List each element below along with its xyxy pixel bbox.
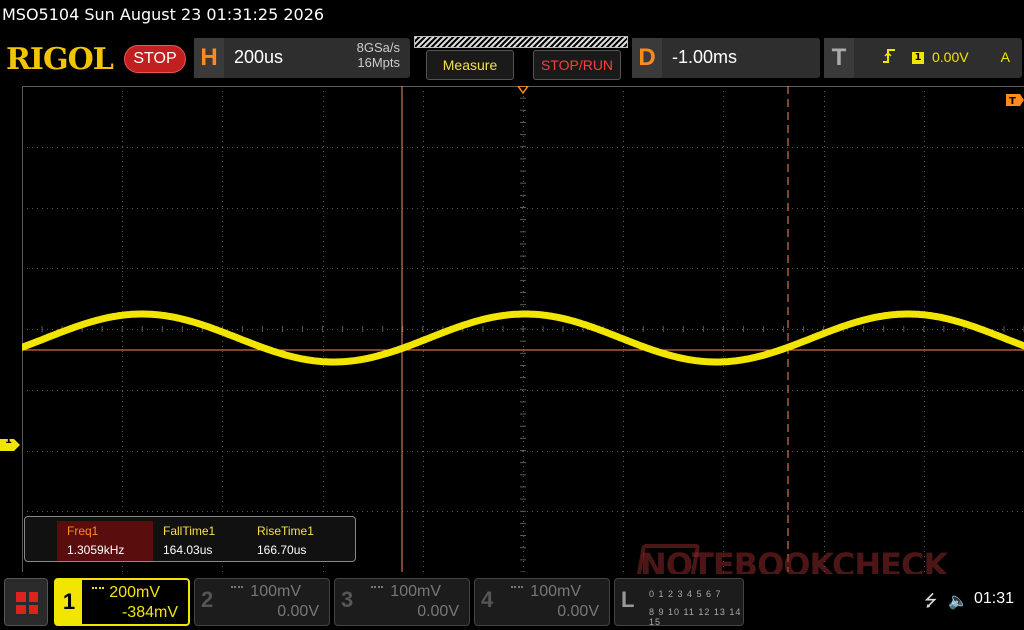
trigger-mode: A: [1000, 49, 1010, 65]
system-clock: 01:31: [974, 590, 1015, 607]
trigger-label: T: [824, 38, 854, 78]
dc-coupling-icon: [511, 586, 523, 594]
bottom-bar: 1 200mV -384mV 2 100mV 0.00V 3 100mV 0.0…: [0, 574, 1024, 630]
dc-coupling-icon: [231, 586, 243, 594]
horizontal-panel[interactable]: H 200us 8GSa/s 16Mpts: [194, 38, 410, 78]
channel-3-panel[interactable]: 3 100mV 0.00V: [334, 578, 470, 626]
acquisition-info: 8GSa/s 16Mpts: [357, 40, 400, 70]
memory-position-bar[interactable]: [414, 36, 628, 48]
channel-number: 1: [56, 580, 82, 624]
measurement-label: RiseTime1: [257, 524, 314, 538]
channel-2-panel[interactable]: 2 100mV 0.00V: [194, 578, 330, 626]
usb-icon: ⭍: [924, 591, 938, 610]
measurement-results-panel[interactable]: Freq1 1.3059kHz FallTime1 164.03us RiseT…: [24, 516, 356, 562]
device-datetime: MSO5104 Sun August 23 01:31:25 2026: [2, 5, 325, 24]
waveform-display[interactable]: T: [22, 86, 1024, 572]
channel-offset: 0.00V: [557, 603, 599, 620]
sample-rate: 8GSa/s: [356, 40, 400, 55]
trigger-level: 0.00V: [932, 49, 969, 65]
dc-coupling-icon: [92, 587, 104, 595]
channel-offset: 0.00V: [277, 603, 319, 620]
logic-analyzer-panel[interactable]: L 0 1 2 3 4 5 6 7 8 9 10 11 12 13 14 15: [614, 578, 744, 627]
timebase-value: 200us: [234, 47, 284, 67]
channel-number: 4: [481, 587, 494, 612]
measure-button[interactable]: Measure: [426, 50, 514, 80]
run-state-badge[interactable]: STOP: [124, 45, 186, 73]
trigger-panel[interactable]: T 1 0.00V A: [824, 38, 1022, 78]
dc-coupling-icon: [371, 586, 383, 594]
delay-panel[interactable]: D -1.00ms: [632, 38, 820, 78]
measurement-freq1[interactable]: Freq1 1.3059kHz: [57, 521, 153, 561]
channel1-offset-marker[interactable]: 1: [0, 435, 20, 451]
speaker-muted-icon[interactable]: 🔈: [948, 591, 968, 610]
delay-value: -1.00ms: [672, 47, 738, 67]
measurement-falltime1[interactable]: FallTime1 164.03us: [153, 521, 249, 561]
measurement-risetime1[interactable]: RiseTime1 166.70us: [247, 521, 343, 561]
channel1-offset-marker-label: 1: [5, 435, 12, 446]
digital-channels-row1: 0 1 2 3 4 5 6 7: [649, 589, 722, 599]
channel-1-panel[interactable]: 1 200mV -384mV: [54, 578, 190, 626]
trigger-offset-marker-label: T: [1009, 96, 1016, 107]
trigger-source-badge: 1: [912, 52, 924, 64]
main-menu-button[interactable]: [4, 578, 48, 626]
channel-scale: 100mV: [390, 583, 441, 600]
channel-scale: 100mV: [530, 583, 581, 600]
channel-offset: -384mV: [121, 604, 178, 621]
channel-number: 3: [341, 587, 354, 612]
channel-offset: 0.00V: [417, 603, 459, 620]
measurement-value: 166.70us: [257, 543, 307, 557]
stop-run-button[interactable]: STOP/RUN: [533, 50, 621, 80]
measurement-value: 164.03us: [163, 543, 213, 557]
rigol-logo: RIGOL: [6, 42, 114, 77]
measurement-label: FallTime1: [163, 524, 216, 538]
delay-label: D: [632, 38, 662, 78]
horizontal-label: H: [194, 38, 224, 78]
channel-scale: 100mV: [250, 583, 301, 600]
top-toolbar: RIGOL STOP H 200us 8GSa/s 16Mpts Measure…: [0, 36, 1024, 84]
rising-edge-icon: [882, 48, 896, 68]
status-icons: ⭍ 🔈: [924, 590, 968, 617]
measurement-value: 1.3059kHz: [67, 543, 125, 557]
channel-number: 2: [201, 587, 214, 612]
title-bar: MSO5104 Sun August 23 01:31:25 2026: [0, 0, 1024, 34]
channel-scale: 200mV: [109, 584, 160, 601]
menu-grid-icon: [16, 592, 38, 614]
channel-4-panel[interactable]: 4 100mV 0.00V: [474, 578, 610, 626]
digital-channels-row2: 8 9 10 11 12 13 14 15: [649, 607, 742, 627]
memory-depth: 16Mpts: [357, 55, 400, 70]
logic-analyzer-label: L: [621, 587, 635, 612]
measurement-label: Freq1: [67, 524, 99, 538]
